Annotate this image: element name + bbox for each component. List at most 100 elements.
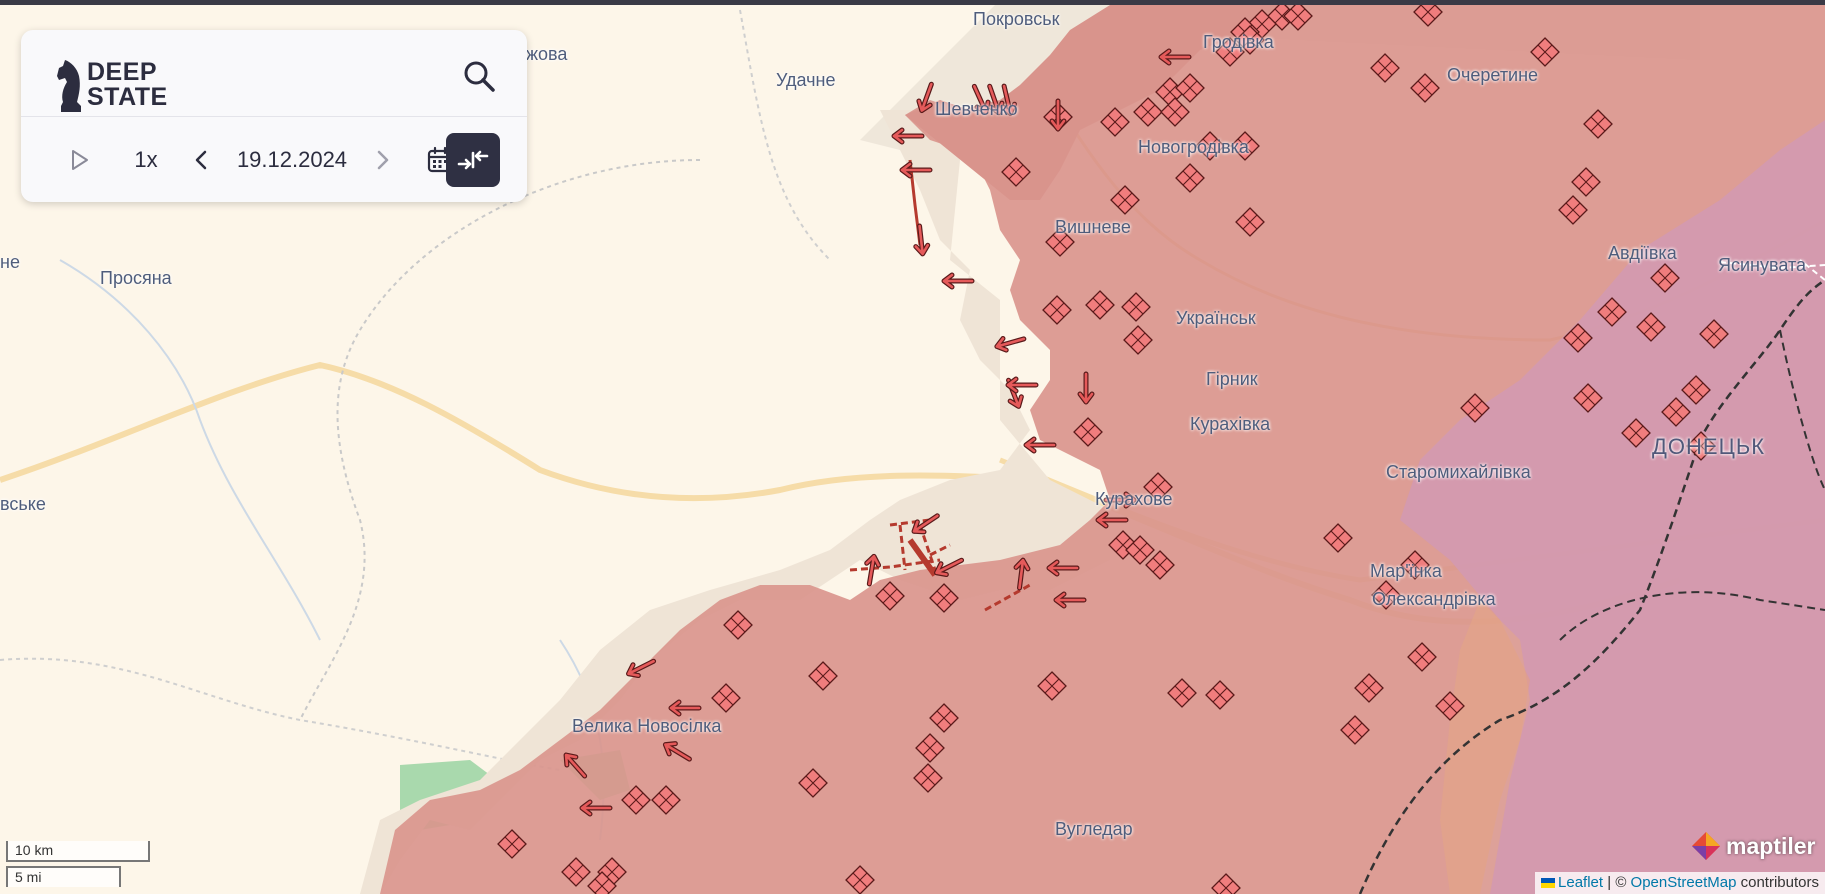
cauldron-marker[interactable]	[1681, 375, 1711, 405]
place-label: Вишневе	[1055, 217, 1131, 237]
place-label: Вугледар	[1055, 819, 1133, 839]
attack-arrow	[579, 799, 613, 817]
cauldron-marker[interactable]	[497, 829, 527, 859]
cauldron-marker[interactable]	[1037, 671, 1067, 701]
next-date-button[interactable]	[363, 133, 403, 187]
cauldron-marker[interactable]	[929, 583, 959, 613]
scale-metric: 10 km	[6, 841, 150, 862]
cauldron-marker[interactable]	[798, 768, 828, 798]
cauldron-marker[interactable]	[1530, 37, 1560, 67]
brand-line-1: DEEP	[87, 58, 158, 86]
scale-bar-imperial: 5 mi	[6, 866, 121, 887]
place-label: Українськ	[1176, 308, 1256, 328]
attack-arrow	[916, 81, 934, 114]
speed-toggle[interactable]: 1x	[121, 133, 171, 187]
scale-imperial: 5 mi	[6, 866, 121, 887]
cauldron-marker[interactable]	[1167, 678, 1197, 708]
cauldron-marker[interactable]	[1042, 295, 1072, 325]
attack-arrow	[1023, 436, 1057, 454]
cauldron-marker[interactable]	[929, 703, 959, 733]
cauldron-marker[interactable]	[651, 785, 681, 815]
attack-arrow	[626, 658, 657, 679]
scale-bar: 10 km	[6, 841, 150, 862]
cauldron-marker[interactable]	[1661, 397, 1691, 427]
cauldron-marker[interactable]	[845, 865, 875, 894]
place-label: Шевченко	[935, 99, 1018, 119]
cauldron-marker[interactable]	[1175, 163, 1205, 193]
cauldron-marker[interactable]	[621, 785, 651, 815]
cauldron-marker[interactable]	[808, 661, 838, 691]
compare-button[interactable]	[446, 133, 500, 187]
attack-arrow	[913, 223, 931, 257]
cauldron-marker[interactable]	[1323, 523, 1353, 553]
cauldron-marker[interactable]	[711, 683, 741, 713]
cauldron-marker[interactable]	[1100, 107, 1130, 137]
cauldron-marker[interactable]	[1583, 109, 1613, 139]
cauldron-marker[interactable]	[1340, 715, 1370, 745]
cauldron-marker[interactable]	[1460, 393, 1490, 423]
cauldron-marker[interactable]	[1283, 1, 1313, 31]
search-button[interactable]	[460, 57, 498, 95]
cauldron-marker[interactable]	[1699, 319, 1729, 349]
top-bar	[0, 0, 1825, 5]
date-display[interactable]: 19.12.2024	[227, 133, 357, 187]
play-button[interactable]	[59, 133, 99, 187]
place-label: Мар'їнка	[1370, 561, 1442, 581]
cauldron-marker[interactable]	[1110, 185, 1140, 215]
cauldron-marker[interactable]	[1650, 263, 1680, 293]
cauldron-marker[interactable]	[1085, 290, 1115, 320]
cauldron-marker[interactable]	[1175, 73, 1205, 103]
cauldron-marker[interactable]	[1123, 325, 1153, 355]
cauldron-marker[interactable]	[561, 857, 591, 887]
attack-arrow	[941, 272, 975, 290]
cauldron-marker[interactable]	[1354, 673, 1384, 703]
cauldron-marker[interactable]	[723, 610, 753, 640]
cauldron-marker[interactable]	[1573, 383, 1603, 413]
place-label: Старомихайлівка	[1386, 462, 1531, 482]
place-label: Ясинувата	[1718, 255, 1807, 275]
cauldron-marker[interactable]	[1205, 680, 1235, 710]
place-label: ДОНЕЦЬК	[1652, 434, 1766, 459]
cauldron-marker[interactable]	[1145, 550, 1175, 580]
attack-arrow	[864, 553, 882, 587]
brand-logo[interactable]: DEEP STATE	[51, 44, 251, 118]
cauldron-marker[interactable]	[1558, 195, 1588, 225]
cauldron-marker[interactable]	[1235, 207, 1265, 237]
cauldron-marker[interactable]	[1636, 312, 1666, 342]
leaflet-link[interactable]: Leaflet	[1558, 874, 1603, 891]
attack-arrow	[1005, 376, 1039, 394]
cauldron-marker[interactable]	[915, 733, 945, 763]
attack-arrow	[994, 336, 1027, 353]
cauldron-marker[interactable]	[1407, 642, 1437, 672]
place-label: Просяна	[100, 268, 172, 288]
timeline-controls: 1x 19.12.2024	[21, 117, 527, 202]
cauldron-marker[interactable]	[1563, 323, 1593, 353]
prev-date-button[interactable]	[181, 133, 221, 187]
cauldron-marker[interactable]	[1133, 97, 1163, 127]
osm-link[interactable]: OpenStreetMap	[1631, 874, 1737, 891]
cauldron-marker[interactable]	[1410, 73, 1440, 103]
cauldron-marker[interactable]	[875, 581, 905, 611]
ukraine-flag-icon	[1541, 878, 1556, 889]
cauldron-marker[interactable]	[1001, 157, 1031, 187]
cauldron-marker[interactable]	[1211, 873, 1241, 894]
cauldron-marker[interactable]	[1370, 53, 1400, 83]
place-label: Гірник	[1206, 369, 1258, 389]
attack-arrow	[1095, 511, 1129, 529]
cauldron-marker[interactable]	[1073, 417, 1103, 447]
chevron-left-icon	[195, 150, 207, 170]
maptiler-wordmark: maptiler	[1726, 832, 1816, 859]
cauldron-marker[interactable]	[913, 763, 943, 793]
cauldron-marker[interactable]	[1571, 167, 1601, 197]
place-label: Авдіївка	[1608, 243, 1677, 263]
maptiler-logo[interactable]: maptiler	[1690, 830, 1815, 862]
place-label: Гродівка	[1203, 32, 1274, 52]
map-attribution: Leaflet | © OpenStreetMap contributors	[1535, 872, 1825, 894]
search-icon	[464, 61, 495, 92]
cauldron-marker[interactable]	[1435, 691, 1465, 721]
cauldron-marker[interactable]	[1597, 297, 1627, 327]
cauldron-marker[interactable]	[1621, 418, 1651, 448]
attack-arrow	[1053, 591, 1087, 609]
cauldron-marker[interactable]	[1160, 97, 1190, 127]
cauldron-marker[interactable]	[1121, 292, 1151, 322]
